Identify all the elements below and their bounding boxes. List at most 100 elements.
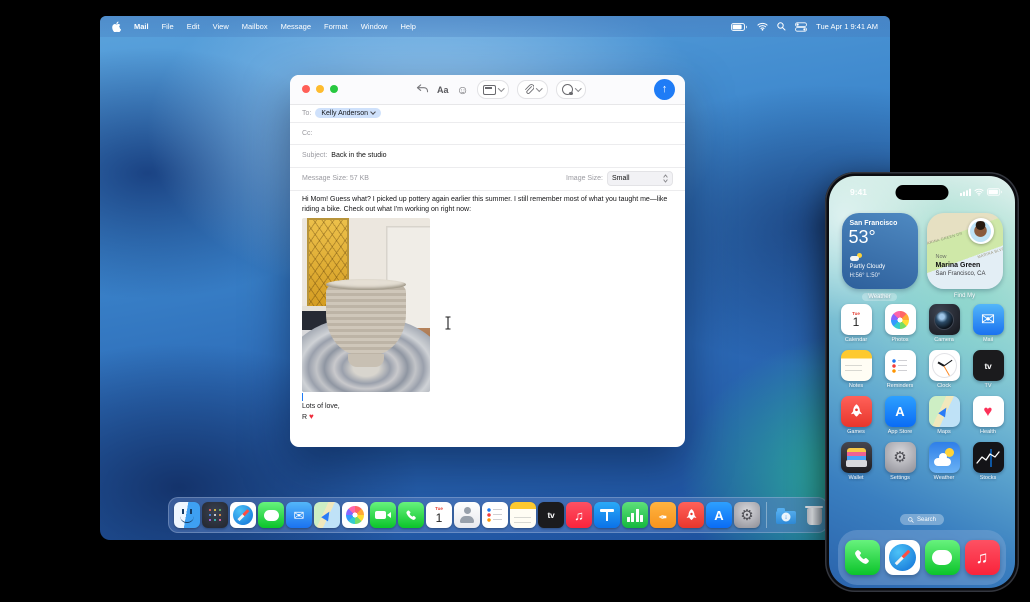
wifi-icon[interactable] bbox=[757, 22, 768, 31]
iphone-dock-music[interactable]: ♫ bbox=[964, 540, 1000, 575]
cc-field[interactable]: Cc: bbox=[290, 122, 685, 145]
control-center-icon[interactable] bbox=[795, 21, 808, 32]
menu-view[interactable]: View bbox=[213, 22, 229, 31]
dock-contacts[interactable] bbox=[454, 502, 480, 528]
dock-finder[interactable] bbox=[174, 502, 200, 528]
mail-titlebar[interactable]: Aa ☺ ↑ bbox=[290, 75, 685, 105]
music-note-icon: ♫ bbox=[975, 548, 989, 567]
app-stocks[interactable]: Stocks bbox=[972, 442, 1004, 481]
menu-mailbox[interactable]: Mailbox bbox=[242, 22, 268, 31]
search-icon bbox=[908, 516, 914, 523]
pottery-photo[interactable] bbox=[302, 218, 430, 392]
dock-phone[interactable] bbox=[398, 502, 424, 528]
dock-calendar[interactable]: Tue 1 bbox=[426, 502, 452, 528]
minimize-button[interactable] bbox=[316, 85, 324, 93]
iphone: 9:41 San Francisco 53° Partly Cloudy H:5… bbox=[825, 172, 1019, 592]
app-camera[interactable]: Camera bbox=[928, 304, 960, 343]
dock-safari[interactable] bbox=[230, 502, 256, 528]
dock-pages[interactable]: ✒ bbox=[650, 502, 676, 528]
app-wallet[interactable]: Wallet bbox=[840, 442, 872, 481]
app-reminders[interactable]: Reminders bbox=[884, 350, 916, 389]
subject-field[interactable]: Subject: Back in the studio bbox=[290, 144, 685, 168]
menu-bar-clock[interactable]: Tue Apr 1 9:41 AM bbox=[816, 22, 878, 31]
menu-file[interactable]: File bbox=[162, 22, 174, 31]
weather-city: San Francisco bbox=[849, 220, 898, 227]
dock-downloads[interactable]: ↓ bbox=[773, 502, 799, 528]
dock-messages[interactable] bbox=[258, 502, 284, 528]
dock-keynote[interactable] bbox=[594, 502, 620, 528]
dock-settings[interactable]: ⚙ bbox=[734, 502, 760, 528]
recipient-token[interactable]: Kelly Anderson bbox=[315, 108, 382, 118]
dock-reminders[interactable] bbox=[482, 502, 508, 528]
menu-edit[interactable]: Edit bbox=[187, 22, 200, 31]
map-street-label: MARINA BLVD bbox=[977, 246, 1003, 260]
tv-logo: tv bbox=[547, 510, 555, 520]
menu-app-name[interactable]: Mail bbox=[134, 22, 149, 31]
attach-button[interactable] bbox=[517, 80, 548, 99]
tv-logo: tv bbox=[984, 360, 992, 371]
image-size-select[interactable]: Small bbox=[607, 171, 673, 186]
dock-launchpad[interactable] bbox=[202, 502, 228, 528]
app-notes[interactable]: Notes bbox=[840, 350, 872, 389]
app-clock[interactable]: Clock bbox=[928, 350, 960, 389]
phone-handset-icon bbox=[405, 509, 416, 520]
close-button[interactable] bbox=[302, 85, 310, 93]
clay-pot bbox=[326, 284, 406, 356]
app-weather[interactable]: Weather bbox=[928, 442, 960, 481]
app-mail[interactable]: ✉ Mail bbox=[972, 304, 1004, 343]
iphone-dock-safari[interactable] bbox=[884, 540, 920, 575]
iphone-dock-phone[interactable] bbox=[844, 540, 880, 575]
window-controls bbox=[302, 85, 338, 93]
dock-photos[interactable] bbox=[342, 502, 368, 528]
app-health[interactable]: ♥ Health bbox=[972, 396, 1004, 435]
app-games[interactable]: Games bbox=[840, 396, 872, 435]
zoom-button[interactable] bbox=[330, 85, 338, 93]
header-fields-button[interactable] bbox=[476, 80, 510, 99]
send-button[interactable]: ↑ bbox=[654, 79, 675, 100]
menu-help[interactable]: Help bbox=[400, 22, 415, 31]
menu-bar-right: Tue Apr 1 9:41 AM bbox=[731, 21, 878, 32]
undo-button[interactable] bbox=[416, 84, 429, 95]
apple-menu-icon[interactable] bbox=[112, 21, 121, 32]
app-settings[interactable]: ⚙ Settings bbox=[884, 442, 916, 481]
dock-mail[interactable]: ✉ bbox=[286, 502, 312, 528]
dock-appstore[interactable]: A bbox=[706, 502, 732, 528]
paperclip-icon bbox=[525, 84, 535, 94]
format-button[interactable]: Aa bbox=[437, 85, 449, 95]
dock-notes[interactable] bbox=[510, 502, 536, 528]
app-maps[interactable]: Maps bbox=[928, 396, 960, 435]
dock-music[interactable]: ♫ bbox=[566, 502, 592, 528]
screenshot-canvas: Mail File Edit View Mailbox Message Form… bbox=[0, 0, 1030, 602]
battery-icon[interactable] bbox=[731, 22, 748, 31]
speech-bubble-icon bbox=[263, 509, 279, 521]
mac-display: Mail File Edit View Mailbox Message Form… bbox=[100, 16, 890, 540]
dock-facetime[interactable] bbox=[370, 502, 396, 528]
to-field[interactable]: To: Kelly Anderson bbox=[290, 104, 685, 123]
iphone-dock-messages[interactable] bbox=[924, 540, 960, 575]
insert-photo-button[interactable] bbox=[555, 80, 587, 99]
app-calendar[interactable]: Tue 1 Calendar bbox=[840, 304, 872, 343]
dock-games[interactable] bbox=[678, 502, 704, 528]
emoji-button[interactable]: ☺ bbox=[457, 84, 469, 96]
message-size-label: Message Size: 57 KB bbox=[302, 175, 369, 182]
menu-window[interactable]: Window bbox=[361, 22, 388, 31]
app-photos[interactable]: Photos bbox=[884, 304, 916, 343]
dock-trash[interactable] bbox=[801, 502, 827, 528]
search-pill[interactable]: Search bbox=[899, 514, 945, 525]
spotlight-search-icon[interactable] bbox=[777, 22, 786, 31]
findmy-widget[interactable]: MARINA GREEN DR MARINA BLVD Now Marina G… bbox=[926, 213, 1003, 289]
envelope-icon: ✉ bbox=[293, 507, 305, 523]
dock-tv[interactable]: tv bbox=[538, 502, 564, 528]
weather-widget[interactable]: San Francisco 53° Partly Cloudy H:56° L:… bbox=[841, 213, 918, 289]
menu-bar-left: Mail File Edit View Mailbox Message Form… bbox=[112, 21, 416, 32]
navigation-arrow-icon bbox=[938, 405, 950, 418]
menu-format[interactable]: Format bbox=[324, 22, 348, 31]
cards-icon bbox=[846, 448, 866, 460]
menu-message[interactable]: Message bbox=[281, 22, 311, 31]
gear-icon: ⚙ bbox=[893, 449, 907, 466]
app-tv[interactable]: tv TV bbox=[972, 350, 1004, 389]
dock-maps[interactable] bbox=[314, 502, 340, 528]
dock-numbers[interactable] bbox=[622, 502, 648, 528]
findmy-timestamp: Now bbox=[935, 254, 947, 260]
app-appstore[interactable]: A App Store bbox=[884, 396, 916, 435]
